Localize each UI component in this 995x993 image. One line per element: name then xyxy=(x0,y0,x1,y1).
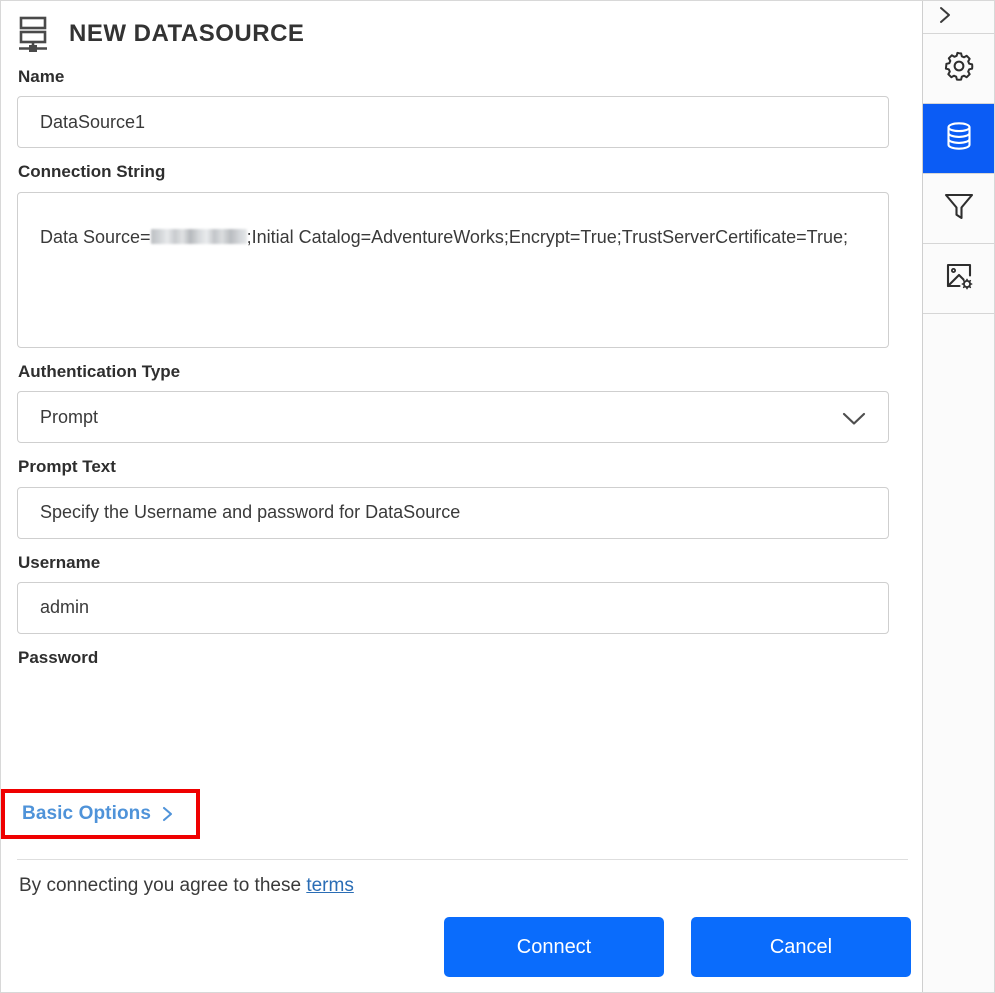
connection-string-input[interactable]: Data Source= ;Initial Catalog=AdventureWo… xyxy=(17,191,889,348)
image-settings-tab[interactable] xyxy=(923,244,994,314)
footer-button-row: Connect Cancel xyxy=(1,917,911,977)
authentication-type-select[interactable]: Prompt xyxy=(17,391,889,444)
datasource-tab[interactable] xyxy=(923,104,994,174)
connection-string-label: Connection String xyxy=(18,162,166,182)
authentication-type-label: Authentication Type xyxy=(18,361,181,381)
connection-string-prefix: Data Source= xyxy=(40,226,151,247)
right-sidebar xyxy=(922,1,994,992)
connection-string-suffix: ;Initial Catalog=AdventureWorks;Encrypt=… xyxy=(246,226,848,247)
basic-options-link[interactable]: Basic Options xyxy=(22,803,151,825)
username-input-value: admin xyxy=(40,597,90,618)
terms-agreement-prefix: By connecting you agree to these xyxy=(19,875,307,896)
prompt-text-label: Prompt Text xyxy=(18,457,116,477)
authentication-type-value: Prompt xyxy=(40,406,99,427)
page-title: NEW DATASOURCE xyxy=(69,20,305,47)
terms-agreement-text: By connecting you agree to these terms xyxy=(19,875,354,897)
password-label: Password xyxy=(18,647,99,667)
footer-divider xyxy=(17,859,908,860)
filter-tab[interactable] xyxy=(923,174,994,244)
basic-options-highlight: Basic Options xyxy=(1,789,200,839)
name-input[interactable]: DataSource1 xyxy=(17,96,889,149)
terms-link[interactable]: terms xyxy=(306,875,354,896)
sidebar-empty-area xyxy=(923,314,994,921)
funnel-icon xyxy=(942,189,976,228)
username-label: Username xyxy=(18,552,101,572)
datasource-form: Name DataSource1 Connection String Data … xyxy=(1,67,922,668)
dialog-header: NEW DATASOURCE xyxy=(1,1,922,55)
prompt-text-value: Specify the Username and password for Da… xyxy=(40,502,461,523)
connect-button[interactable]: Connect xyxy=(444,917,664,977)
image-settings-icon xyxy=(942,259,976,298)
gear-icon xyxy=(942,49,976,88)
expand-panel-toggle[interactable] xyxy=(923,1,994,34)
datasource-icon xyxy=(17,15,53,53)
settings-tab[interactable] xyxy=(923,34,994,104)
prompt-text-input[interactable]: Specify the Username and password for Da… xyxy=(17,486,889,539)
new-datasource-dialog: NEW DATASOURCE Name DataSource1 Connecti… xyxy=(0,0,995,993)
redacted-server-name xyxy=(150,228,247,244)
username-input[interactable]: admin xyxy=(17,581,889,634)
chevron-right-icon xyxy=(937,5,953,30)
database-icon xyxy=(942,119,976,158)
name-label: Name xyxy=(18,67,65,86)
datasource-form-panel: NEW DATASOURCE Name DataSource1 Connecti… xyxy=(1,1,922,992)
chevron-right-icon xyxy=(161,806,174,822)
name-input-value: DataSource1 xyxy=(40,111,146,132)
cancel-button[interactable]: Cancel xyxy=(691,917,911,977)
chevron-down-icon xyxy=(842,410,866,425)
